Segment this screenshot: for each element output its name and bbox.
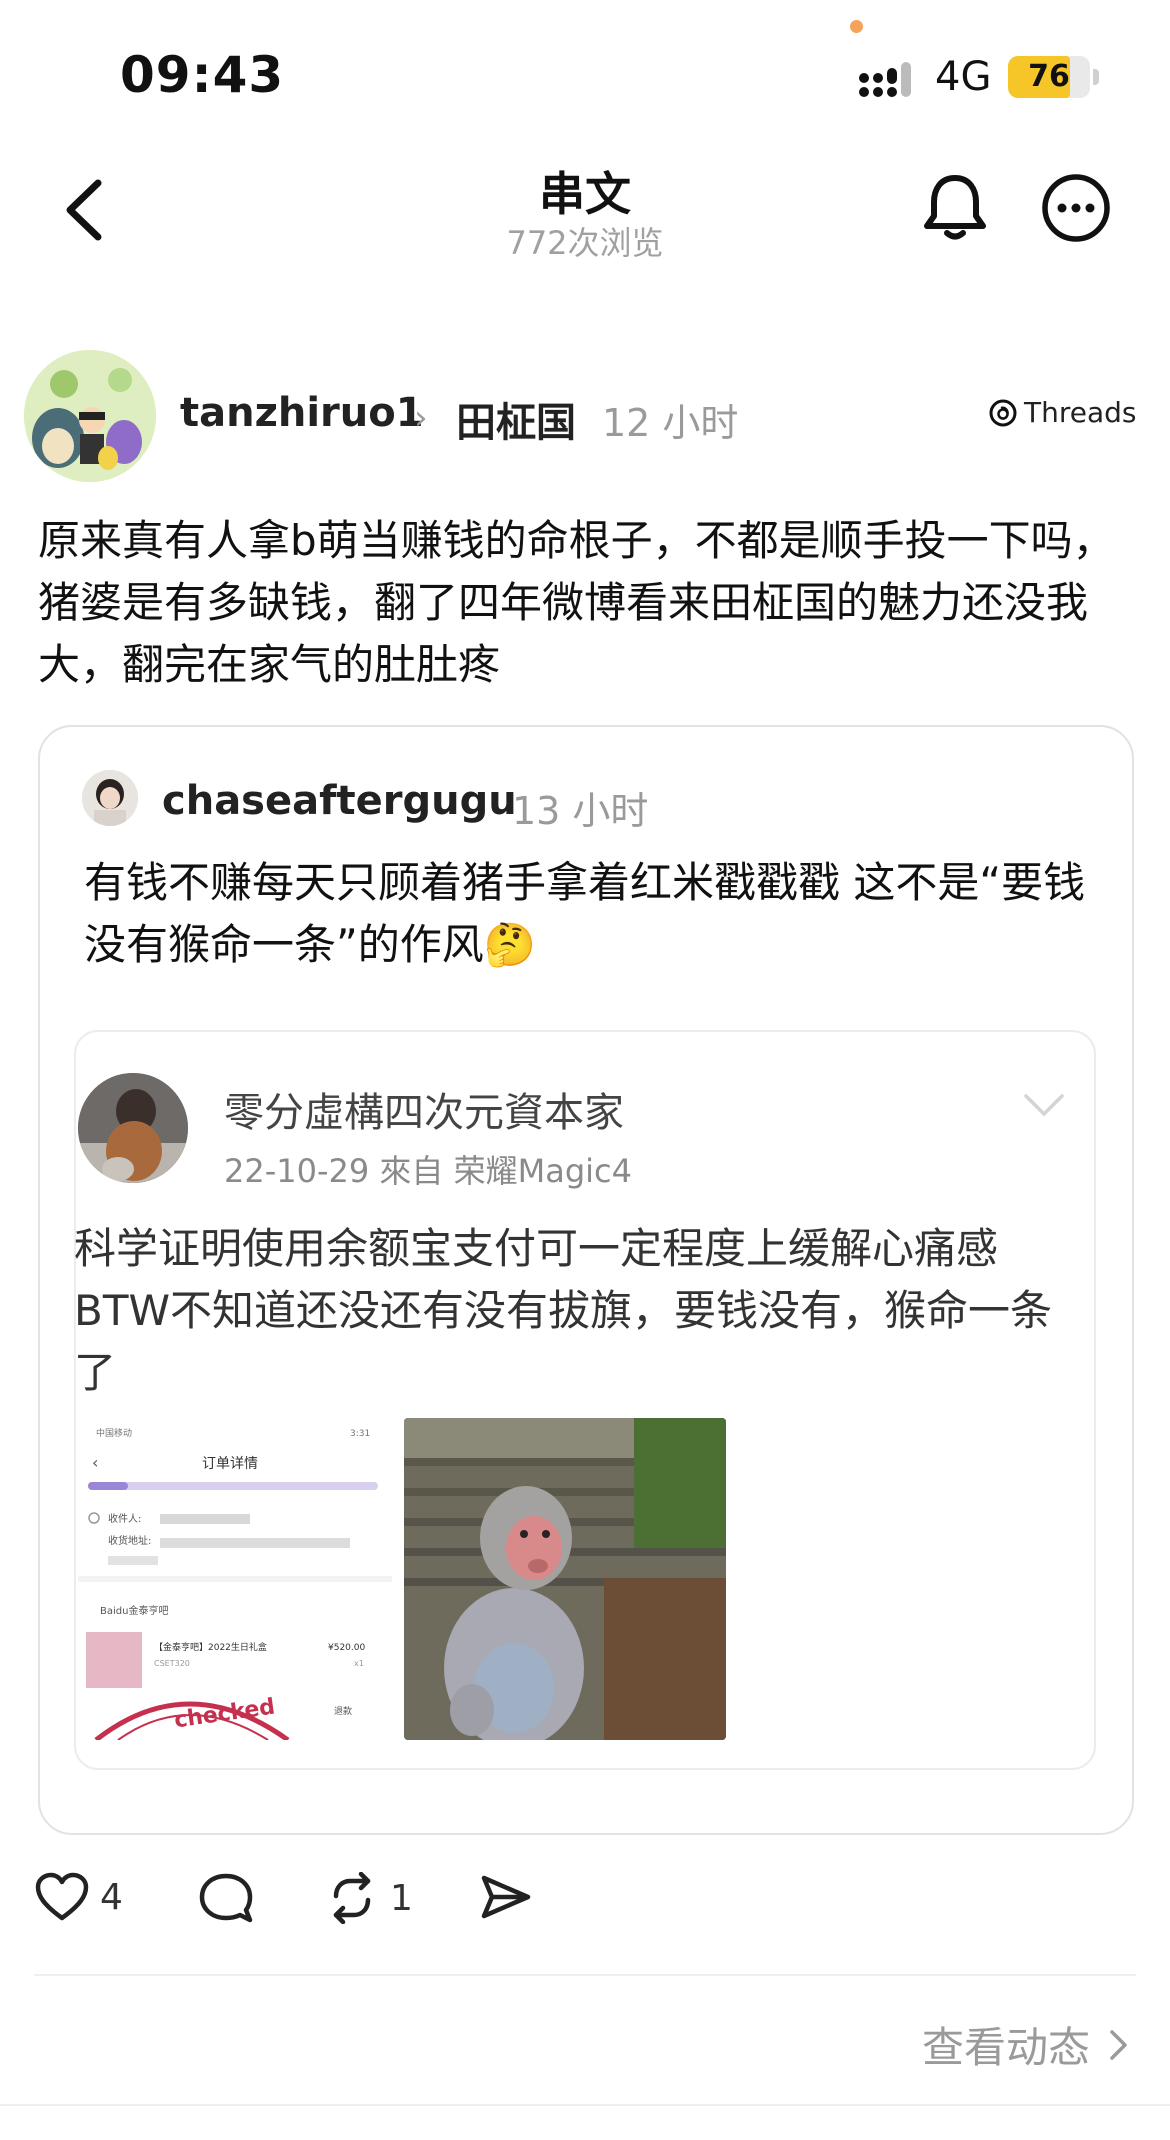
chevron-right-icon [1110, 2029, 1127, 2060]
like-count: 4 [100, 1876, 123, 1918]
order-receipt-image: 中国移动 3:31 ‹ 订单详情 收件人: 收货地址: Baidu金泰亨吧 【金… [78, 1418, 392, 1740]
view-activity-label: 查看动态 [921, 2023, 1090, 2072]
battery-nub [1093, 69, 1099, 85]
signal-strength-icon [859, 62, 911, 97]
like-action[interactable]: 4 [34, 1872, 123, 1922]
weibo-author-avatar [78, 1073, 188, 1183]
quoted-post-text: 有钱不赚每天只顾着猪手拿着红米戳戳戳 这不是“要钱没有猴命一条”的作风🤔 [84, 858, 1086, 969]
post-timestamp: 12 小时 [602, 401, 739, 445]
chevron-down-icon [1024, 1094, 1064, 1117]
comment-bubble-icon [199, 1873, 253, 1923]
quoted-author-username[interactable]: chaseaftergugu [162, 778, 517, 824]
view-activity-link[interactable]: 查看动态 [922, 2014, 1130, 2075]
quoted-post-timestamp: 13 小时 [512, 789, 649, 833]
receipt-clock: 3:31 [350, 1429, 370, 1439]
repost-action[interactable]: 1 [324, 1872, 413, 1924]
page-title: 串文 [539, 167, 631, 221]
section-divider [34, 1974, 1136, 1976]
chevron-right-icon: › [414, 398, 428, 438]
threads-label: Threads [1024, 396, 1137, 429]
receipt-code: CSET320 [154, 1659, 190, 1668]
receipt-qty: x1 [354, 1659, 364, 1668]
post-text: 原来真有人拿b萌当赚钱的命根子，不都是顺手投一下吗，猪婆是有多缺钱，翻了四年微博… [38, 516, 1115, 689]
share-action[interactable] [478, 1872, 534, 1922]
receipt-carrier: 中国移动 [96, 1427, 132, 1439]
bottom-divider [0, 2104, 1170, 2106]
reply-action[interactable] [198, 1872, 254, 1924]
bell-icon[interactable] [920, 172, 990, 244]
author-username[interactable]: tanzhiruo1 [180, 390, 424, 436]
weibo-post-meta: 22-10-29 來自 荣耀Magic4 [224, 1152, 632, 1190]
weibo-post-text: 科学证明使用余额宝支付可一定程度上缓解心痛感BTW不知道还没还有没有拔旗，要钱没… [74, 1224, 1052, 1397]
battery-percent: 76 [1028, 59, 1070, 94]
battery-indicator: 76 [1008, 56, 1090, 98]
view-count: 772次浏览 [506, 224, 664, 262]
threads-source-badge[interactable]: Threads [988, 396, 1137, 429]
author-avatar[interactable] [24, 350, 156, 482]
svg-text:‹: ‹ [92, 1453, 98, 1472]
network-type: 4G [935, 54, 992, 100]
weibo-author-name: 零分虛構四次元資本家 [224, 1090, 624, 1136]
privacy-indicator-dot [850, 20, 863, 33]
monkey-photo [404, 1418, 726, 1740]
send-icon [481, 1875, 531, 1919]
quoted-author-avatar[interactable] [82, 770, 138, 826]
receipt-refund: 退款 [334, 1705, 352, 1717]
receipt-recipient-label: 收件人: [108, 1512, 141, 1525]
receipt-address-label: 收货地址: [108, 1534, 151, 1547]
receipt-shop: Baidu金泰亨吧 [100, 1604, 168, 1617]
receipt-price: ¥520.00 [328, 1643, 365, 1653]
repost-icon [333, 1872, 371, 1924]
more-options-icon[interactable] [1040, 172, 1112, 244]
reply-target[interactable]: 田柾国 [456, 390, 576, 448]
receipt-item: 【金泰亨吧】2022生日礼盒 [154, 1641, 267, 1653]
repost-count: 1 [390, 1877, 413, 1919]
threads-logo-icon [989, 399, 1017, 426]
receipt-title: 订单详情 [202, 1456, 258, 1472]
heart-icon [35, 1872, 89, 1921]
status-time: 09:43 [120, 46, 285, 104]
